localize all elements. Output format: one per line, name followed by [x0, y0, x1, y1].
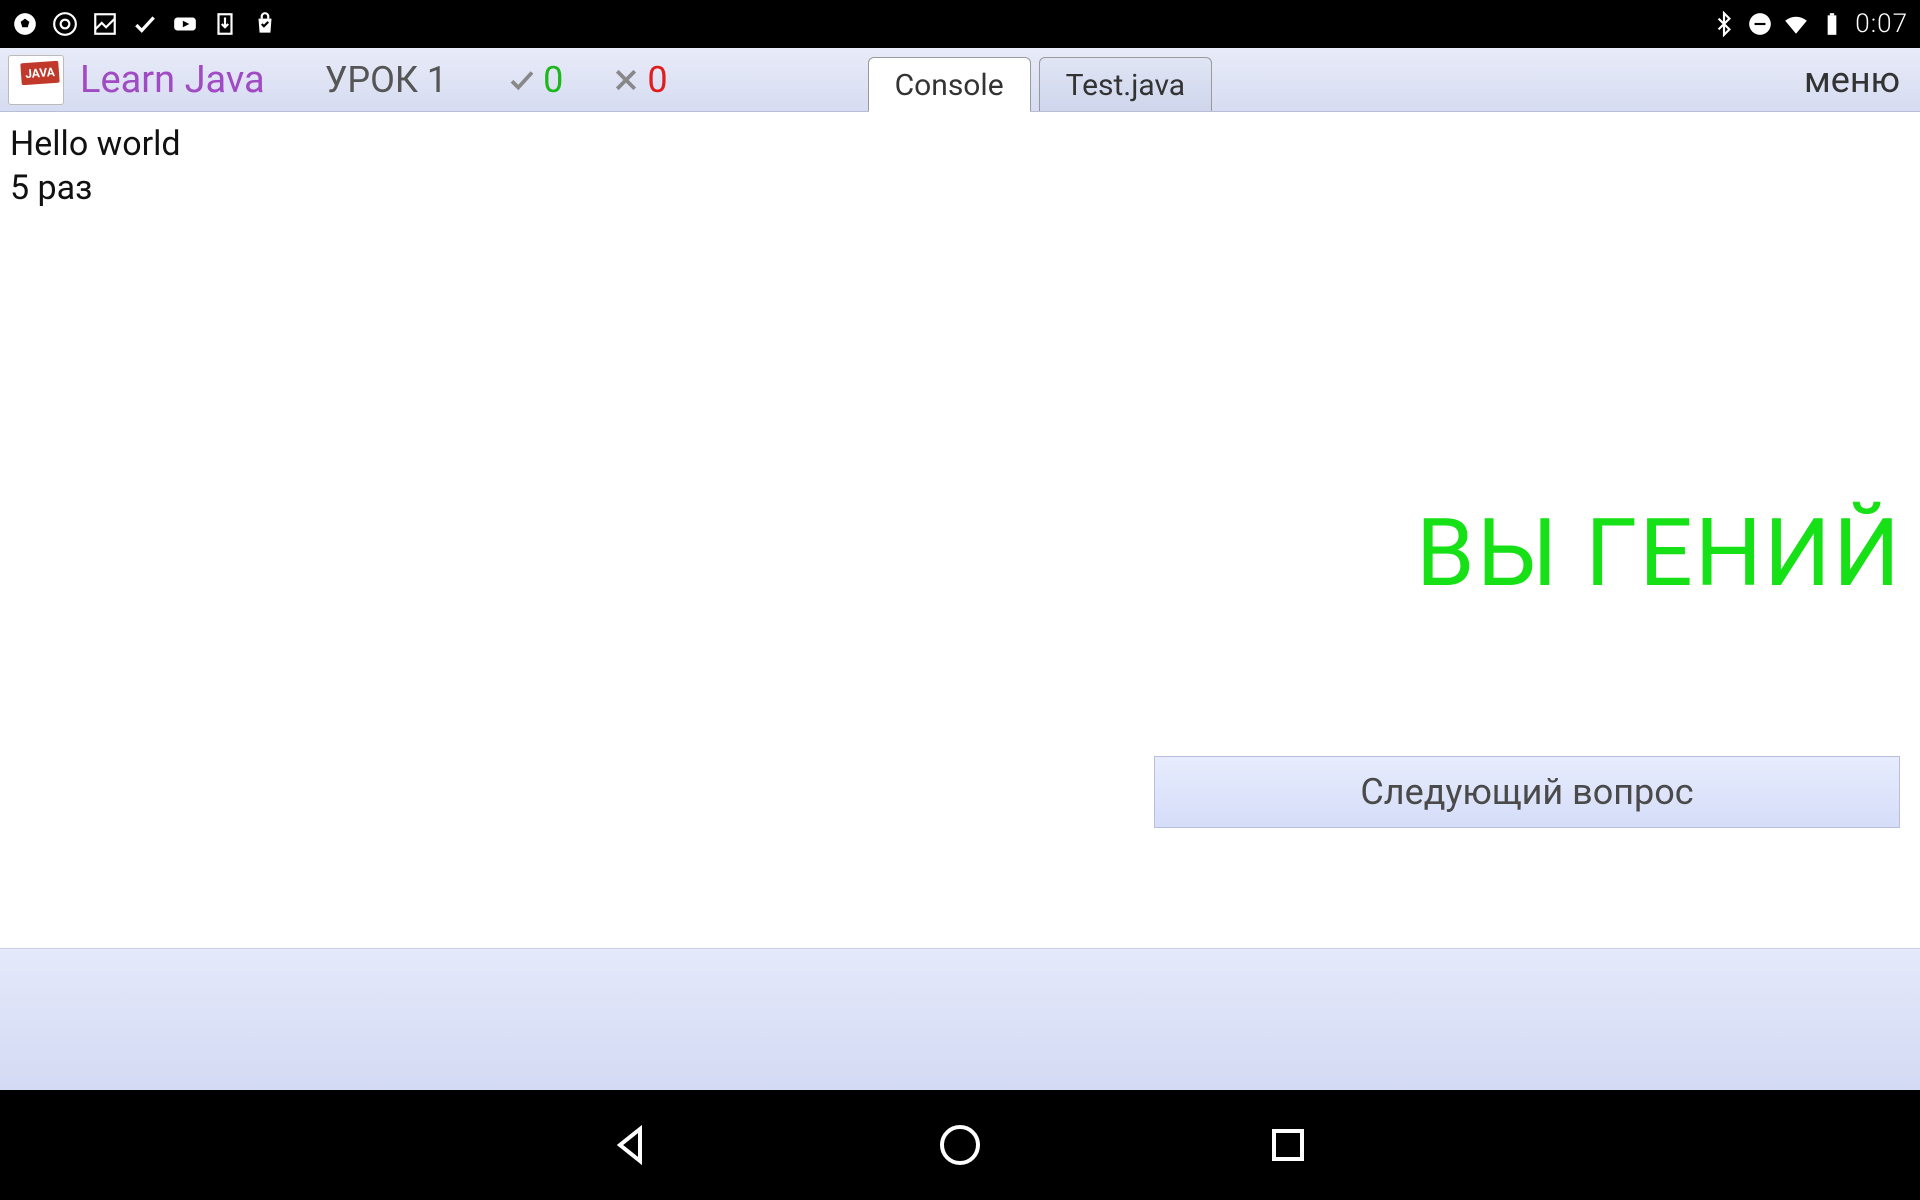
ad-banner[interactable]	[0, 948, 1920, 1090]
chrome-icon	[52, 11, 78, 37]
x-icon	[611, 65, 641, 95]
nav-home-icon[interactable]	[936, 1121, 984, 1169]
next-question-button[interactable]: Следующий вопрос	[1154, 756, 1900, 828]
dnd-icon	[1747, 11, 1773, 37]
clock-time: 0:07	[1855, 9, 1908, 39]
correct-count: 0	[543, 59, 563, 101]
tab-console-label: Console	[895, 68, 1004, 103]
next-question-label: Следующий вопрос	[1360, 771, 1693, 813]
nav-back-icon[interactable]	[608, 1121, 656, 1169]
console-output: Hello world 5 раз	[10, 122, 1910, 210]
app-logo-text: JAVA	[20, 60, 59, 85]
youtube-icon	[172, 11, 198, 37]
editor-tabs: Console Test.java	[868, 48, 1212, 111]
result-message: ВЫ ГЕНИЙ	[1416, 498, 1902, 608]
nav-recent-icon[interactable]	[1264, 1121, 1312, 1169]
android-nav-bar	[0, 1090, 1920, 1200]
bluetooth-icon	[1711, 11, 1737, 37]
app-toolbar: JAVA Learn Java УРОК 1 0 0 Console Test.…	[0, 48, 1920, 112]
check-icon	[507, 65, 537, 95]
score-correct: 0	[507, 59, 563, 101]
shop-icon	[252, 11, 278, 37]
download-icon	[212, 11, 238, 37]
soccer-icon	[12, 11, 38, 37]
wifi-icon	[1783, 11, 1809, 37]
status-bar-left	[12, 11, 278, 37]
score-group: 0 0	[507, 59, 667, 101]
android-status-bar: 0:07	[0, 0, 1920, 48]
image-icon	[92, 11, 118, 37]
tab-console[interactable]: Console	[868, 57, 1031, 112]
app-title: Learn Java	[80, 58, 265, 102]
tab-testjava-label: Test.java	[1066, 68, 1185, 103]
check-icon	[132, 11, 158, 37]
menu-button[interactable]: меню	[1792, 55, 1912, 105]
wrong-count: 0	[647, 59, 667, 101]
content-area: Hello world 5 раз ВЫ ГЕНИЙ Следующий воп…	[0, 112, 1920, 948]
lesson-label: УРОК 1	[325, 59, 447, 101]
status-bar-right: 0:07	[1711, 9, 1908, 39]
score-wrong: 0	[611, 59, 667, 101]
tab-testjava[interactable]: Test.java	[1039, 57, 1212, 111]
app-logo: JAVA	[8, 55, 64, 105]
battery-icon	[1819, 11, 1845, 37]
